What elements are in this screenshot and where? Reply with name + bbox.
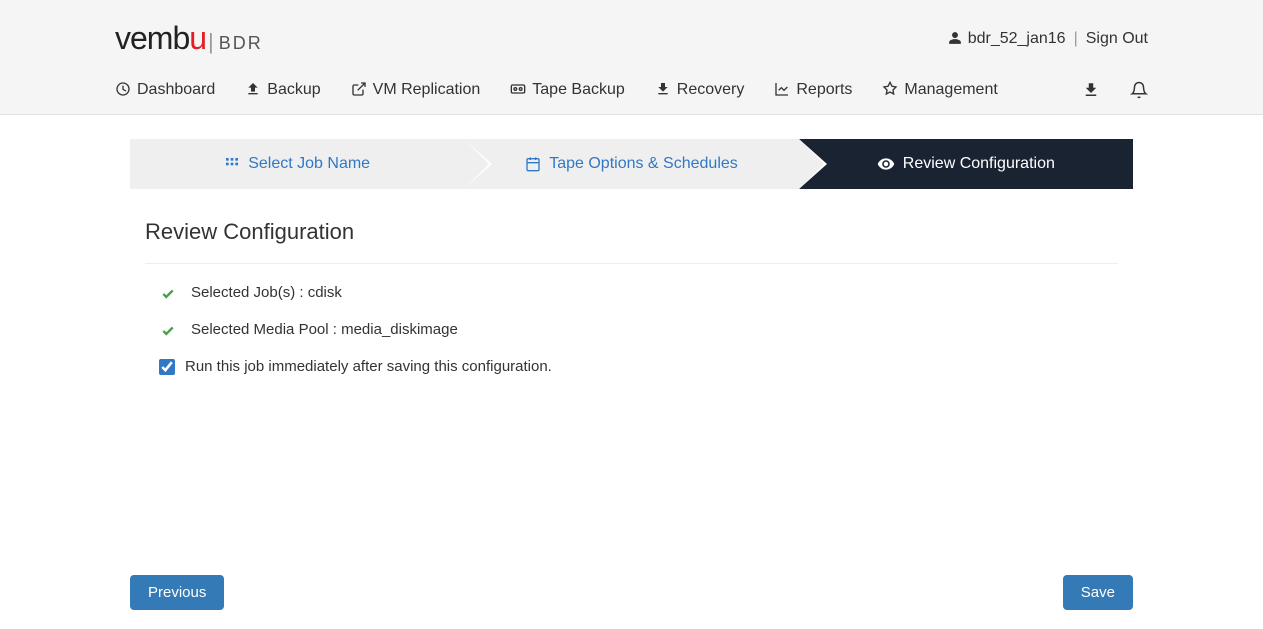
review-item: Selected Media Pool : media_diskimage [161,321,1118,338]
nav-label: Dashboard [137,81,215,99]
nav-vm-replication[interactable]: VM Replication [351,81,481,99]
nav-tape-backup[interactable]: Tape Backup [510,81,625,99]
bell-icon[interactable] [1130,79,1148,100]
save-button[interactable]: Save [1063,575,1133,610]
run-immediately-row: Run this job immediately after saving th… [145,358,1118,375]
nav-label: Reports [796,81,852,99]
review-item: Selected Job(s) : cdisk [161,284,1118,301]
wizard-steps: Select Job Name Tape Options & Schedules… [130,139,1133,189]
run-immediately-checkbox[interactable] [159,359,175,375]
nav-reports[interactable]: Reports [774,81,852,99]
username[interactable]: bdr_52_jan16 [968,30,1066,48]
management-icon [882,81,898,99]
wizard-step-label: Tape Options & Schedules [549,155,738,173]
logo[interactable]: vembu|BDR [115,20,263,57]
user-icon [948,30,962,48]
run-immediately-label: Run this job immediately after saving th… [185,358,552,375]
nav-recovery[interactable]: Recovery [655,81,745,99]
divider: | [1074,30,1078,48]
check-icon [161,321,175,337]
nav-dashboard[interactable]: Dashboard [115,81,215,99]
calendar-icon [525,155,541,173]
dashboard-icon [115,81,131,99]
user-area: bdr_52_jan16 | Sign Out [948,30,1148,48]
download-icon [655,81,671,99]
review-text: Selected Job(s) : cdisk [191,284,342,301]
nav-label: Backup [267,81,320,99]
footer-buttons: Previous Save [0,575,1263,610]
main-nav: Dashboard Backup VM Replication Tape Bac… [0,67,1263,114]
download-action-icon[interactable] [1082,79,1100,100]
nav-backup[interactable]: Backup [245,81,320,99]
chart-icon [774,81,790,99]
wizard-step-review[interactable]: Review Configuration [799,139,1133,189]
previous-button[interactable]: Previous [130,575,224,610]
replication-icon [351,81,367,99]
grid-icon [224,155,240,173]
review-list: Selected Job(s) : cdisk Selected Media P… [145,264,1118,338]
nav-label: Recovery [677,81,745,99]
header: vembu|BDR bdr_52_jan16 | Sign Out Dashbo… [0,0,1263,115]
review-text: Selected Media Pool : media_diskimage [191,321,458,338]
wizard-step-label: Review Configuration [903,155,1055,173]
signout-link[interactable]: Sign Out [1086,30,1148,48]
page-title: Review Configuration [145,219,1118,264]
tape-icon [510,81,526,99]
eye-icon [877,155,895,173]
wizard-step-select-job[interactable]: Select Job Name [130,139,464,189]
upload-icon [245,81,261,99]
wizard-step-tape-options[interactable]: Tape Options & Schedules [464,139,798,189]
wizard-step-label: Select Job Name [248,155,370,173]
nav-label: VM Replication [373,81,481,99]
nav-management[interactable]: Management [882,81,997,99]
check-icon [161,284,175,300]
nav-label: Management [904,81,997,99]
nav-label: Tape Backup [532,81,625,99]
